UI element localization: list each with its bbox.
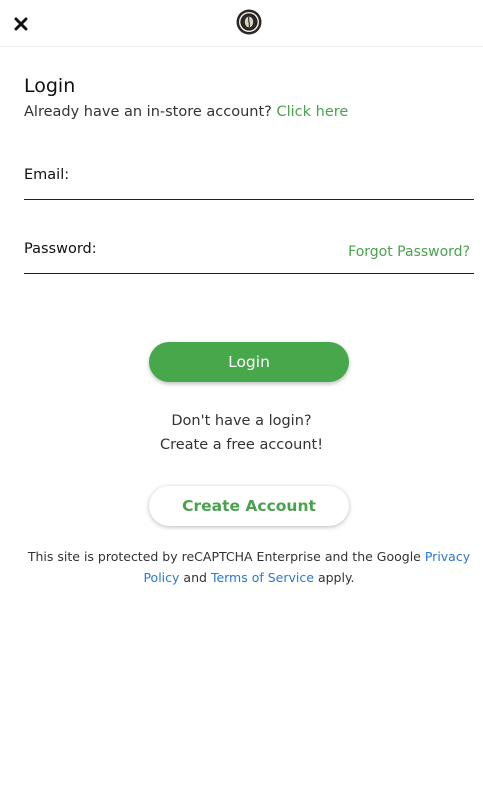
- recaptcha-notice: This site is protected by reCAPTCHA Ente…: [20, 546, 478, 588]
- recaptcha-text: This site is protected by reCAPTCHA Ente…: [27, 549, 421, 564]
- email-input[interactable]: [104, 166, 474, 188]
- email-label: Email:: [24, 167, 70, 183]
- instore-click-here-link[interactable]: Click here: [276, 104, 348, 120]
- page-title: Login: [24, 75, 76, 97]
- password-field[interactable]: Password: Forgot Password?: [24, 238, 474, 274]
- create-account-button[interactable]: Create Account: [149, 486, 349, 526]
- email-field[interactable]: Email:: [24, 164, 474, 200]
- instore-account-prompt: Already have an in-store account? Click …: [24, 104, 348, 120]
- recaptcha-and-text: and: [183, 570, 207, 585]
- close-icon[interactable]: [14, 17, 28, 31]
- forgot-password-link[interactable]: Forgot Password?: [348, 244, 470, 260]
- create-free-account-text: Create a free account!: [159, 437, 324, 453]
- recaptcha-apply-text: apply.: [317, 570, 355, 585]
- no-login-text: Don't have a login?: [171, 413, 312, 429]
- brand-logo-icon: [236, 9, 262, 35]
- password-label: Password:: [24, 241, 97, 257]
- close-button[interactable]: [10, 13, 32, 35]
- password-input[interactable]: [104, 240, 344, 262]
- login-button[interactable]: Login: [149, 342, 349, 382]
- instore-text: Already have an in-store account?: [24, 104, 272, 120]
- top-bar: [0, 0, 483, 47]
- terms-of-service-link[interactable]: Terms of Service: [211, 570, 314, 585]
